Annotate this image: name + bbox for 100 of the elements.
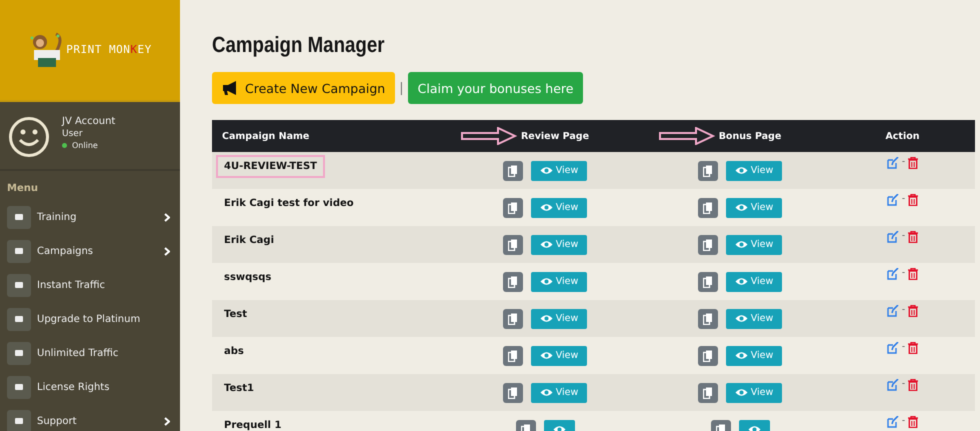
trash-icon[interactable] xyxy=(908,416,918,428)
menu-item[interactable]: Training xyxy=(0,200,180,234)
edit-icon[interactable] xyxy=(886,268,899,280)
edit-icon[interactable] xyxy=(886,231,899,243)
copy-icon xyxy=(508,238,518,250)
copy-icon xyxy=(508,276,518,288)
user-name: JV Account xyxy=(62,116,116,127)
view-button[interactable]: View xyxy=(726,234,782,254)
copy-button[interactable] xyxy=(698,160,718,180)
copy-button[interactable] xyxy=(698,272,718,292)
view-button[interactable]: View xyxy=(530,272,588,292)
menu-item[interactable]: License Rights xyxy=(0,370,180,404)
menu-item[interactable]: Instant Traffic xyxy=(0,268,180,302)
online-dot xyxy=(62,143,67,148)
column-header: Bonus Page xyxy=(718,130,782,142)
eye-icon xyxy=(540,277,553,286)
create-campaign-button[interactable]: Create New Campaign xyxy=(212,72,396,104)
campaign-name: abs xyxy=(223,345,245,359)
menu-item[interactable]: Upgrade to Platinum xyxy=(0,302,180,336)
view-button[interactable]: View xyxy=(726,346,782,366)
view-button[interactable]: View xyxy=(530,308,588,328)
menu-item-icon xyxy=(7,206,31,228)
eye-icon xyxy=(734,351,748,360)
copy-button[interactable] xyxy=(698,234,718,254)
copy-icon xyxy=(702,164,713,176)
eye-icon xyxy=(734,203,748,212)
view-button[interactable]: View xyxy=(726,272,782,292)
menu-item-icon xyxy=(7,376,31,398)
copy-button[interactable] xyxy=(502,308,523,328)
campaign-name: Erik Cagi xyxy=(223,234,275,248)
copy-button[interactable] xyxy=(698,308,718,328)
chevron-right-icon xyxy=(164,416,170,426)
copy-icon xyxy=(508,350,518,362)
copy-button[interactable] xyxy=(502,346,523,366)
trash-icon[interactable] xyxy=(908,157,918,169)
action-separator: - xyxy=(902,231,906,241)
campaign-name: Prequell 1 xyxy=(223,419,282,431)
view-button[interactable]: View xyxy=(726,198,782,218)
copy-button[interactable] xyxy=(502,234,523,254)
eye-icon xyxy=(734,240,748,249)
trash-icon[interactable] xyxy=(908,305,918,317)
menu-item-icon xyxy=(7,410,31,431)
eye-icon xyxy=(734,314,748,323)
edit-icon[interactable] xyxy=(886,342,899,354)
trash-icon[interactable] xyxy=(908,268,918,280)
copy-button[interactable] xyxy=(698,382,718,402)
view-button[interactable]: View xyxy=(530,234,588,254)
campaign-name: sswqsqs xyxy=(223,271,272,285)
view-button[interactable]: View xyxy=(726,160,782,180)
menu-item-icon xyxy=(7,342,31,364)
action-separator: - xyxy=(902,157,906,167)
action-separator: - xyxy=(902,194,906,204)
chevron-right-icon xyxy=(164,246,170,256)
copy-button[interactable] xyxy=(698,346,718,366)
trash-icon[interactable] xyxy=(908,379,918,391)
menu-item[interactable]: Campaigns xyxy=(0,234,180,268)
view-button[interactable]: View xyxy=(726,382,782,402)
menu-item-icon xyxy=(7,240,31,262)
view-button[interactable]: View xyxy=(530,160,588,180)
copy-icon xyxy=(702,238,713,250)
column-header: Action xyxy=(885,130,920,142)
edit-icon[interactable] xyxy=(886,416,899,428)
page-title: Campaign Manager xyxy=(212,32,386,58)
action-separator: - xyxy=(902,342,906,352)
edit-icon[interactable] xyxy=(886,379,899,391)
chevron-right-icon xyxy=(164,212,170,222)
trash-icon[interactable] xyxy=(908,342,918,354)
eye-icon xyxy=(540,314,553,323)
copy-button[interactable] xyxy=(502,198,523,218)
eye-icon xyxy=(734,166,748,175)
eye-icon xyxy=(540,203,553,212)
trash-icon[interactable] xyxy=(908,194,918,206)
edit-icon[interactable] xyxy=(886,305,899,317)
eye-icon xyxy=(540,240,553,249)
menu-item[interactable]: Unlimited Traffic xyxy=(0,336,180,370)
copy-icon xyxy=(508,202,518,214)
copy-button[interactable] xyxy=(502,272,523,292)
claim-bonuses-button[interactable]: Claim your bonuses here xyxy=(408,72,584,104)
menu-item-icon xyxy=(7,274,31,296)
copy-button[interactable] xyxy=(502,382,523,402)
action-separator: - xyxy=(902,416,906,426)
campaign-name: Test xyxy=(223,308,248,322)
copy-button[interactable] xyxy=(502,160,523,180)
menu-item[interactable]: Support xyxy=(0,404,180,431)
view-button[interactable]: View xyxy=(530,346,588,366)
edit-icon[interactable] xyxy=(886,194,899,206)
copy-icon xyxy=(702,350,713,362)
view-button[interactable]: View xyxy=(530,382,588,402)
action-separator: - xyxy=(902,379,906,389)
copy-button[interactable] xyxy=(698,198,718,218)
copy-icon xyxy=(508,312,518,324)
user-role: User xyxy=(62,129,84,139)
column-header: Campaign Name xyxy=(222,130,310,142)
view-button[interactable]: View xyxy=(726,308,782,328)
eye-icon xyxy=(540,351,553,360)
trash-icon[interactable] xyxy=(908,231,918,243)
menu-item-icon xyxy=(7,308,31,330)
copy-icon xyxy=(702,386,713,398)
view-button[interactable]: View xyxy=(530,198,588,218)
edit-icon[interactable] xyxy=(886,157,899,169)
